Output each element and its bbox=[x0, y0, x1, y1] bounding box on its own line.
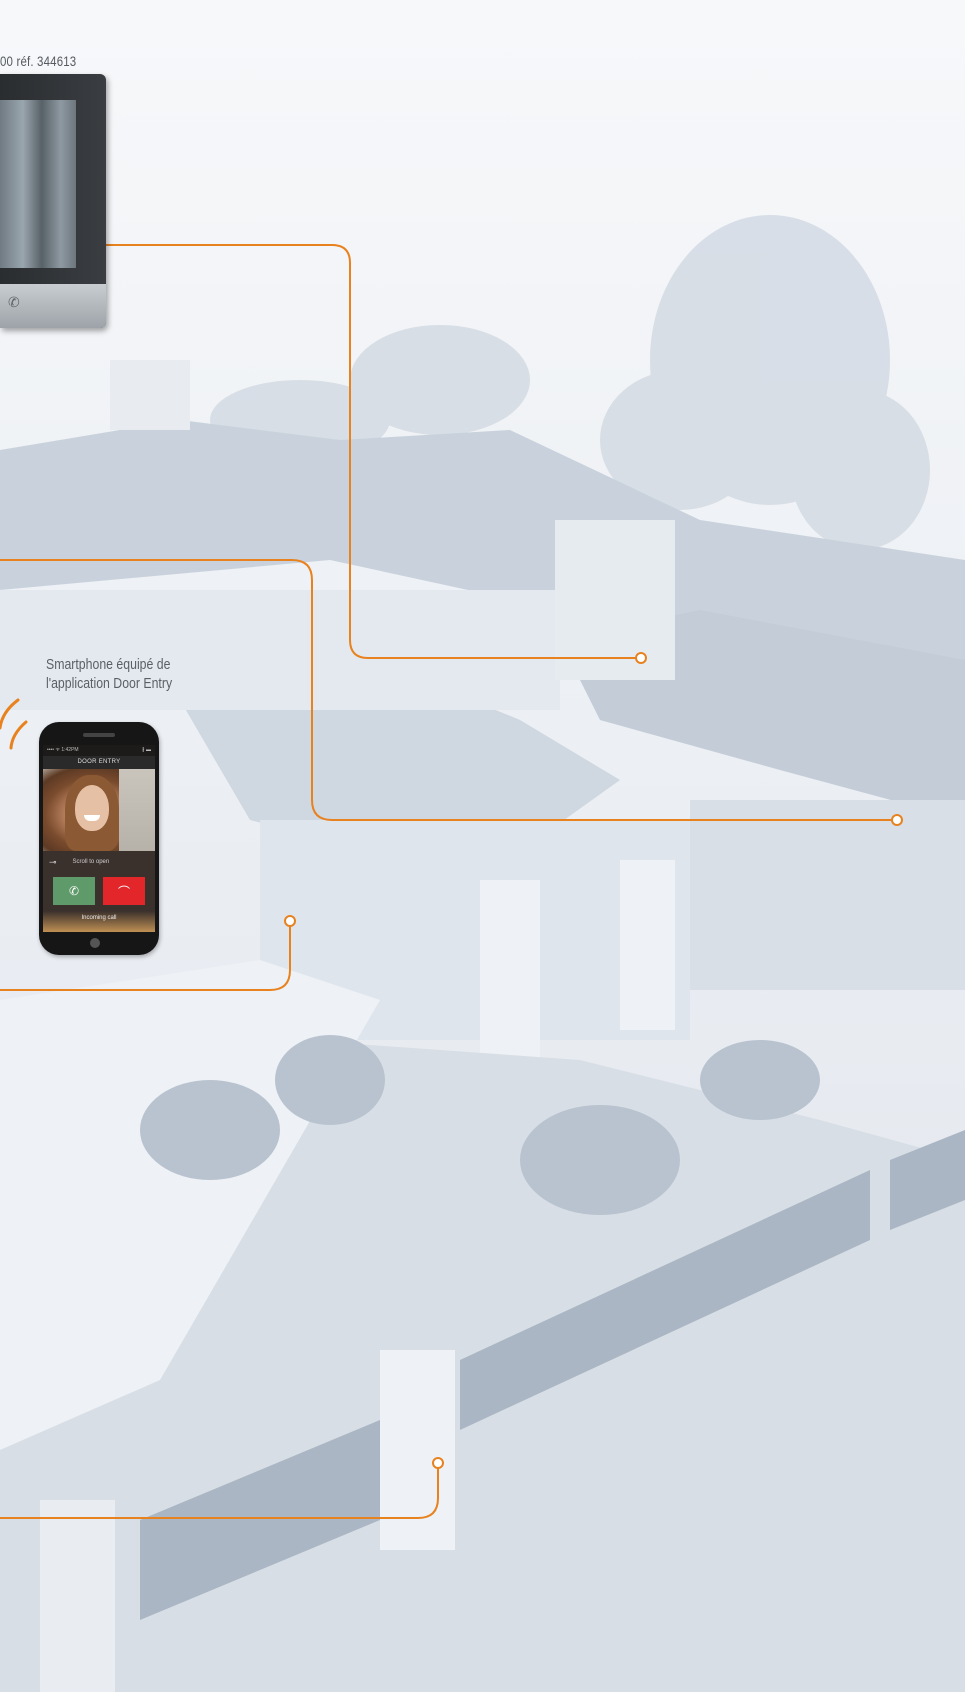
phone-hangup-icon: ⌒ bbox=[117, 884, 130, 899]
call-actions: ✆ ⌒ bbox=[43, 873, 155, 911]
monitor-button-bar: ✆ bbox=[0, 284, 106, 328]
scroll-to-open-slider[interactable]: ⊸ Scroll to open bbox=[43, 851, 155, 873]
app-title: DOOR ENTRY bbox=[43, 756, 155, 769]
smartphone-caption-line1: Smartphone équipé de bbox=[46, 656, 171, 673]
monitor-reference-caption: 00 réf. 344613 bbox=[0, 53, 77, 69]
phone-speaker bbox=[83, 733, 115, 737]
monitor-screen bbox=[0, 100, 76, 268]
connector-dot-3 bbox=[284, 915, 296, 927]
smartphone-caption: Smartphone équipé de l'application Door … bbox=[46, 655, 172, 693]
status-right: ∦ ▬ bbox=[142, 747, 151, 753]
wireless-icon bbox=[0, 698, 28, 750]
status-bar: •••• ᯤ 1:42PM ∦ ▬ bbox=[43, 745, 155, 756]
home-button[interactable] bbox=[90, 938, 100, 948]
smartphone: •••• ᯤ 1:42PM ∦ ▬ DOOR ENTRY ⊸ Scroll to… bbox=[39, 722, 159, 955]
status-left: •••• ᯤ 1:42PM bbox=[47, 747, 79, 753]
answer-button[interactable]: ✆ bbox=[53, 877, 95, 905]
phone-answer-icon: ✆ bbox=[68, 884, 80, 898]
key-icon: ⊸ bbox=[49, 856, 57, 867]
reject-button[interactable]: ⌒ bbox=[103, 877, 145, 905]
connector-dot-4 bbox=[432, 1457, 444, 1469]
handset-icon: ✆ bbox=[8, 294, 20, 310]
video-monitor: ✆ bbox=[0, 74, 106, 328]
smartphone-caption-line2: l'application Door Entry bbox=[46, 675, 173, 692]
phone-screen: •••• ᯤ 1:42PM ∦ ▬ DOOR ENTRY ⊸ Scroll to… bbox=[43, 745, 155, 932]
incoming-call-label: Incoming call bbox=[43, 911, 155, 932]
connector-dot-1 bbox=[635, 652, 647, 664]
connector-dot-2 bbox=[891, 814, 903, 826]
scroll-to-open-label: Scroll to open bbox=[72, 859, 110, 865]
caller-video bbox=[43, 769, 155, 851]
